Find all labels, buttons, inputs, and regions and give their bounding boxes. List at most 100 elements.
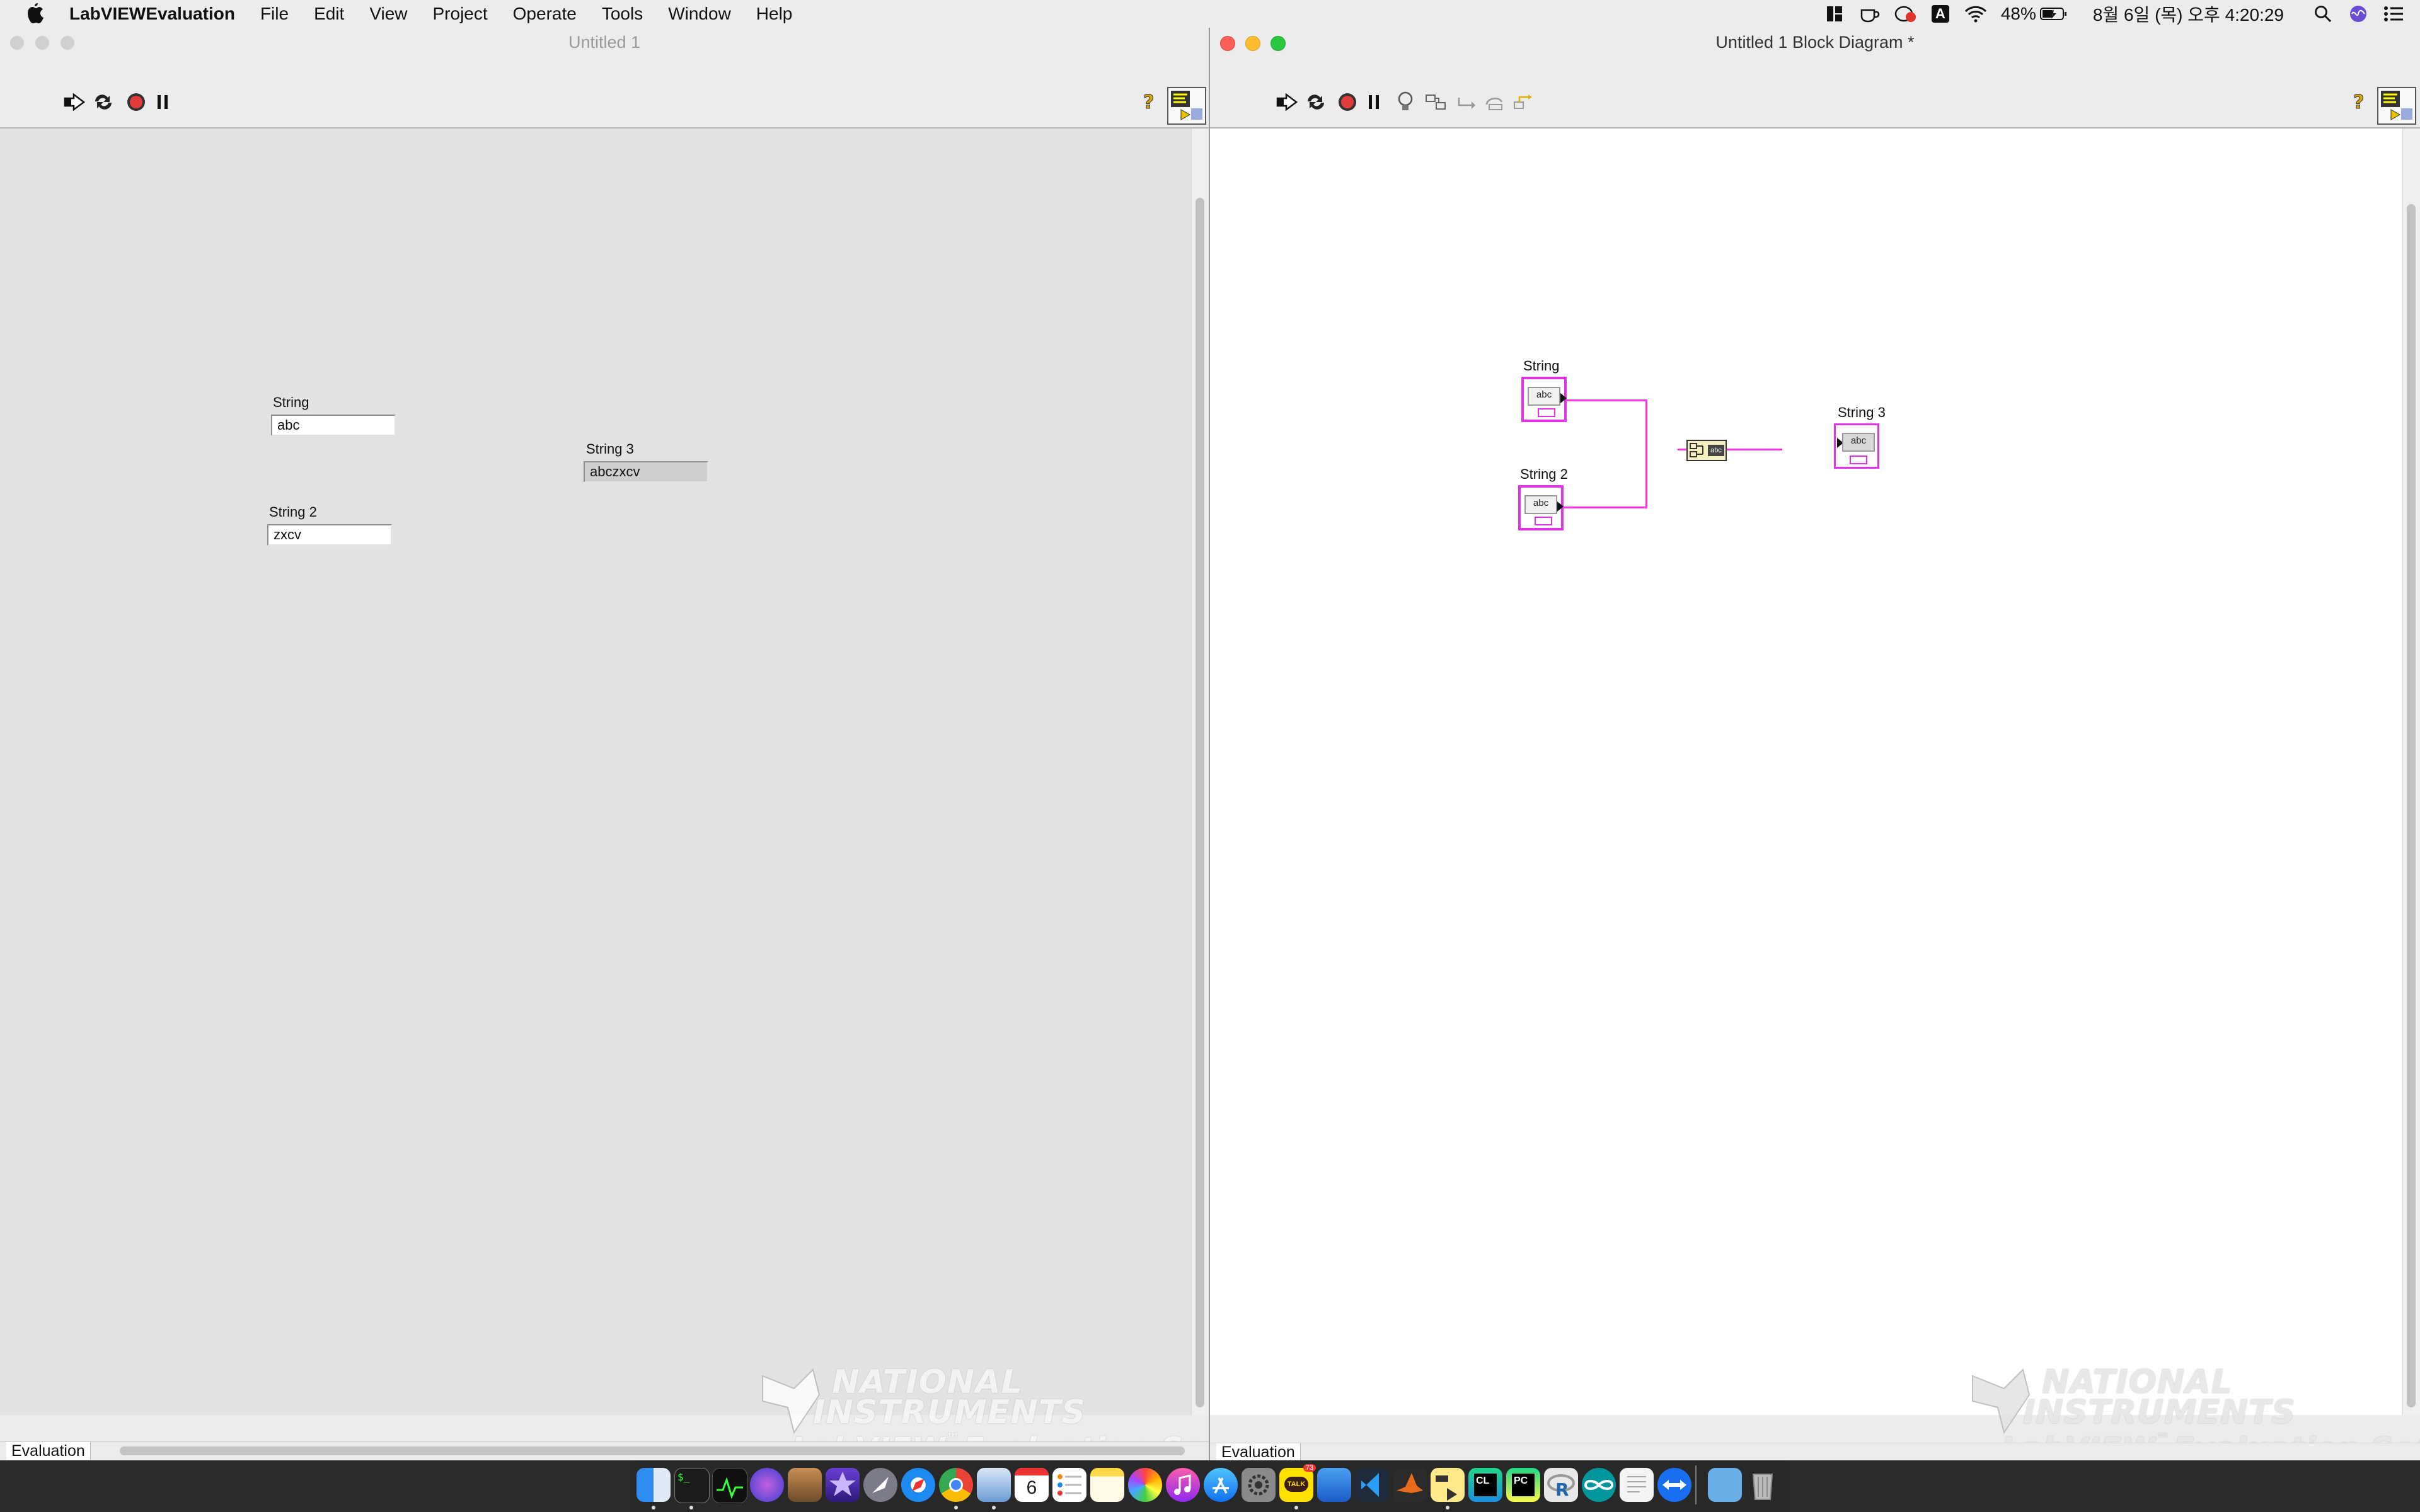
vi-icon[interactable] (2377, 87, 2416, 125)
safari-icon[interactable] (901, 1468, 935, 1502)
concatenate-strings-node[interactable]: abc (1686, 440, 1727, 461)
wire-string[interactable] (1565, 399, 1647, 401)
labview-icon[interactable] (1431, 1468, 1465, 1502)
textedit-icon[interactable] (1620, 1468, 1654, 1502)
string-control-label: String (273, 394, 309, 410)
run-continuously-icon[interactable] (92, 91, 115, 113)
block-diagram-title: Untitled 1 Block Diagram * (1715, 33, 1915, 52)
finder-icon[interactable] (637, 1468, 671, 1502)
finder2-icon[interactable] (1317, 1468, 1351, 1502)
string2-terminal[interactable]: abc (1518, 485, 1564, 530)
wire-string-vertical[interactable] (1645, 399, 1647, 508)
menu-window[interactable]: Window (655, 0, 744, 28)
downloads-folder-icon[interactable] (1708, 1468, 1742, 1502)
string-control-input[interactable]: abc (271, 415, 396, 436)
menu-tools[interactable]: Tools (589, 0, 655, 28)
sidebar-app-icon[interactable] (1821, 0, 1848, 28)
block-diagram-window: Untitled 1 Block Diagram * ? String abc … (1210, 28, 2420, 1460)
front-panel-titlebar[interactable]: Untitled 1 (0, 28, 1209, 57)
abort-execution-icon[interactable] (1336, 91, 1359, 113)
wire-string2[interactable] (1563, 507, 1647, 508)
preview-icon[interactable] (977, 1468, 1011, 1502)
notification-badge-icon[interactable] (1891, 0, 1919, 28)
block-diagram-titlebar[interactable]: Untitled 1 Block Diagram * (1210, 28, 2420, 57)
apple-menu-icon[interactable] (25, 3, 47, 25)
string-terminal-label: String (1523, 358, 1560, 374)
trash-icon[interactable] (1746, 1468, 1780, 1502)
notes-icon[interactable] (1090, 1468, 1124, 1502)
run-arrow-icon[interactable] (63, 91, 86, 113)
step-over-icon[interactable] (1484, 91, 1506, 113)
imovie-icon[interactable] (826, 1468, 860, 1502)
dock-running-dot (652, 1506, 655, 1509)
front-panel-vscrollbar[interactable] (1191, 129, 1209, 1415)
string2-control-input[interactable]: zxcv (267, 524, 392, 546)
clion-letters: CL (1474, 1474, 1497, 1496)
context-help-icon[interactable]: ? (1138, 91, 1161, 113)
retain-wire-values-icon[interactable] (1424, 91, 1447, 113)
spotlight-search-icon[interactable] (2309, 0, 2337, 28)
front-panel-toolbar: ? (0, 57, 1209, 129)
clion-icon[interactable]: CL (1468, 1468, 1502, 1502)
vi-icon[interactable] (1167, 87, 1206, 125)
wifi-icon[interactable] (1962, 0, 1990, 28)
vscode-icon[interactable] (1355, 1468, 1389, 1502)
pause-icon[interactable] (151, 91, 174, 113)
menu-project[interactable]: Project (420, 0, 500, 28)
siri-icon[interactable] (2344, 0, 2372, 28)
clock[interactable]: 8월 6일 (목) 오후 4:20:29 (2093, 1, 2284, 26)
battery-icon[interactable] (2039, 0, 2068, 28)
coffee-cup-icon[interactable] (1856, 0, 1884, 28)
matlab-icon[interactable] (1393, 1468, 1427, 1502)
menu-view[interactable]: View (357, 0, 420, 28)
kakaotalk-icon[interactable]: TALK 73 (1279, 1464, 1316, 1502)
run-arrow-icon[interactable] (1276, 91, 1298, 113)
r-icon[interactable]: R (1544, 1468, 1578, 1502)
menu-file[interactable]: File (248, 0, 301, 28)
menu-operate[interactable]: Operate (500, 0, 589, 28)
terminal-icon[interactable]: $_ (674, 1468, 710, 1503)
arduino-icon[interactable] (1582, 1468, 1616, 1502)
menu-help[interactable]: Help (744, 0, 805, 28)
block-diagram-canvas[interactable]: String abc String 2 abc abc String 3 abc (1210, 129, 2420, 1460)
block-diagram-vscroll-thumb[interactable] (2407, 204, 2416, 1407)
menu-edit[interactable]: Edit (301, 0, 357, 28)
block-diagram-vscrollbar[interactable] (2402, 129, 2420, 1415)
string-terminal[interactable]: abc (1521, 377, 1567, 422)
activity-monitor-icon[interactable] (712, 1468, 747, 1503)
notification-center-icon[interactable] (2380, 0, 2407, 28)
pycharm-icon[interactable]: PC (1506, 1468, 1540, 1502)
app-menu[interactable]: LabVIEWEvaluation (57, 0, 248, 28)
pause-icon[interactable] (1363, 91, 1385, 113)
script-editor-icon[interactable] (788, 1468, 822, 1502)
highlight-execution-bulb-icon[interactable] (1394, 91, 1417, 113)
siri-icon[interactable] (750, 1468, 784, 1502)
terminal-arrow-icon (1557, 501, 1564, 512)
input-source-icon[interactable]: A (1927, 0, 1954, 28)
string3-terminal[interactable]: abc (1834, 423, 1879, 469)
step-out-icon[interactable] (1511, 91, 1534, 113)
step-into-icon[interactable] (1456, 91, 1478, 113)
terminal-sub-box (1850, 455, 1867, 464)
run-continuously-icon[interactable] (1305, 91, 1327, 113)
abort-execution-icon[interactable] (125, 91, 147, 113)
string2-control-label: String 2 (269, 504, 317, 520)
menu-bar: LabVIEWEvaluation File Edit View Project… (0, 0, 2420, 28)
context-help-icon[interactable]: ? (2348, 91, 2371, 113)
music-icon[interactable] (1166, 1468, 1200, 1502)
chrome-icon[interactable] (939, 1468, 973, 1502)
string3-indicator-label: String 3 (586, 441, 634, 457)
teamviewer-icon[interactable] (1657, 1468, 1691, 1502)
reminders-icon[interactable] (1052, 1468, 1086, 1502)
front-panel-hscroll-thumb[interactable] (120, 1446, 1185, 1455)
app-store-icon[interactable] (1204, 1468, 1238, 1502)
launchpad-icon[interactable] (863, 1468, 897, 1502)
system-preferences-icon[interactable] (1242, 1468, 1276, 1502)
string3-indicator-display: abczxcv (584, 461, 708, 483)
block-diagram-evaluation-label: Evaluation (1216, 1443, 1301, 1460)
photos-icon[interactable] (1128, 1468, 1162, 1502)
front-panel-title: Untitled 1 (568, 33, 641, 52)
front-panel-canvas[interactable]: String abc String 2 zxcv String 3 abczxc… (0, 129, 1209, 1460)
calendar-icon[interactable]: 6 (1015, 1468, 1049, 1502)
front-panel-vscroll-thumb[interactable] (1196, 198, 1204, 1407)
